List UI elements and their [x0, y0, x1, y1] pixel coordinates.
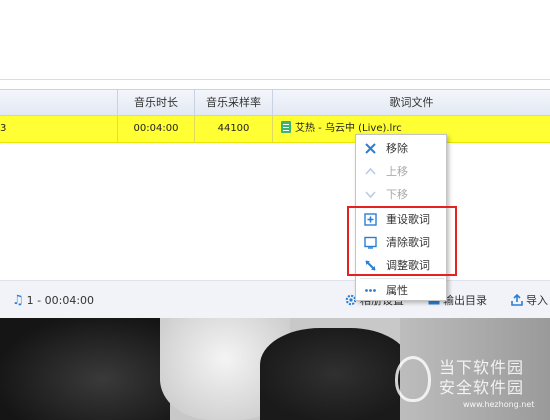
lyric-file-icon [281, 121, 291, 133]
photo-preview: 当下软件园 安全软件园 www.hezhong.net [0, 318, 550, 420]
import-label: 导入 [526, 294, 548, 307]
import-button[interactable]: 导入 [511, 292, 548, 308]
status-bar: ♫1 - 00:04:00 相册设置 输出目录 导入 [0, 280, 550, 318]
column-header-sample-rate[interactable]: 音乐采样率 [194, 90, 272, 116]
more-icon [365, 289, 376, 292]
watermark-url: www.hezhong.net [463, 400, 535, 409]
upload-icon [511, 294, 523, 306]
lyric-file-name: 艾热 - 乌云中 (Live).lrc [295, 123, 402, 134]
cell-sample-rate: 44100 [194, 116, 272, 142]
cell-filename-fragment: 3 [0, 123, 7, 134]
status-count-time-text: 1 - 00:04:00 [26, 294, 95, 307]
status-count-time: ♫ 1 - 00:04:00 [12, 293, 94, 308]
column-header-lyric-file[interactable]: 歌词文件 [272, 90, 550, 116]
close-icon [365, 143, 376, 154]
watermark-line2: 安全软件园 [439, 378, 525, 397]
column-header-duration[interactable]: 音乐时长 [117, 90, 194, 116]
chevron-up-icon [365, 167, 376, 175]
highlight-annotation-box [347, 206, 457, 276]
chevron-down-icon [365, 191, 376, 199]
table-header: 音乐时长 音乐采样率 歌词文件 [0, 89, 550, 116]
watermark-logo-icon [395, 356, 431, 402]
menu-item-remove[interactable]: 移除 [356, 137, 446, 160]
list-empty-area [0, 143, 550, 280]
watermark: 当下软件园 安全软件园 www.hezhong.net [395, 352, 545, 412]
music-note-icon: ♫ [12, 293, 24, 308]
table-row-selected[interactable]: 3 00:04:00 44100 艾热 - 乌云中 (Live).lrc [0, 116, 550, 143]
top-blank-area [0, 0, 550, 80]
cell-duration: 00:04:00 [117, 116, 194, 142]
output-dir-label: 输出目录 [443, 294, 487, 307]
menu-item-move-down[interactable]: 下移 [356, 183, 446, 206]
menu-item-move-up[interactable]: 上移 [356, 160, 446, 183]
menu-item-properties[interactable]: 属性 [356, 279, 446, 302]
